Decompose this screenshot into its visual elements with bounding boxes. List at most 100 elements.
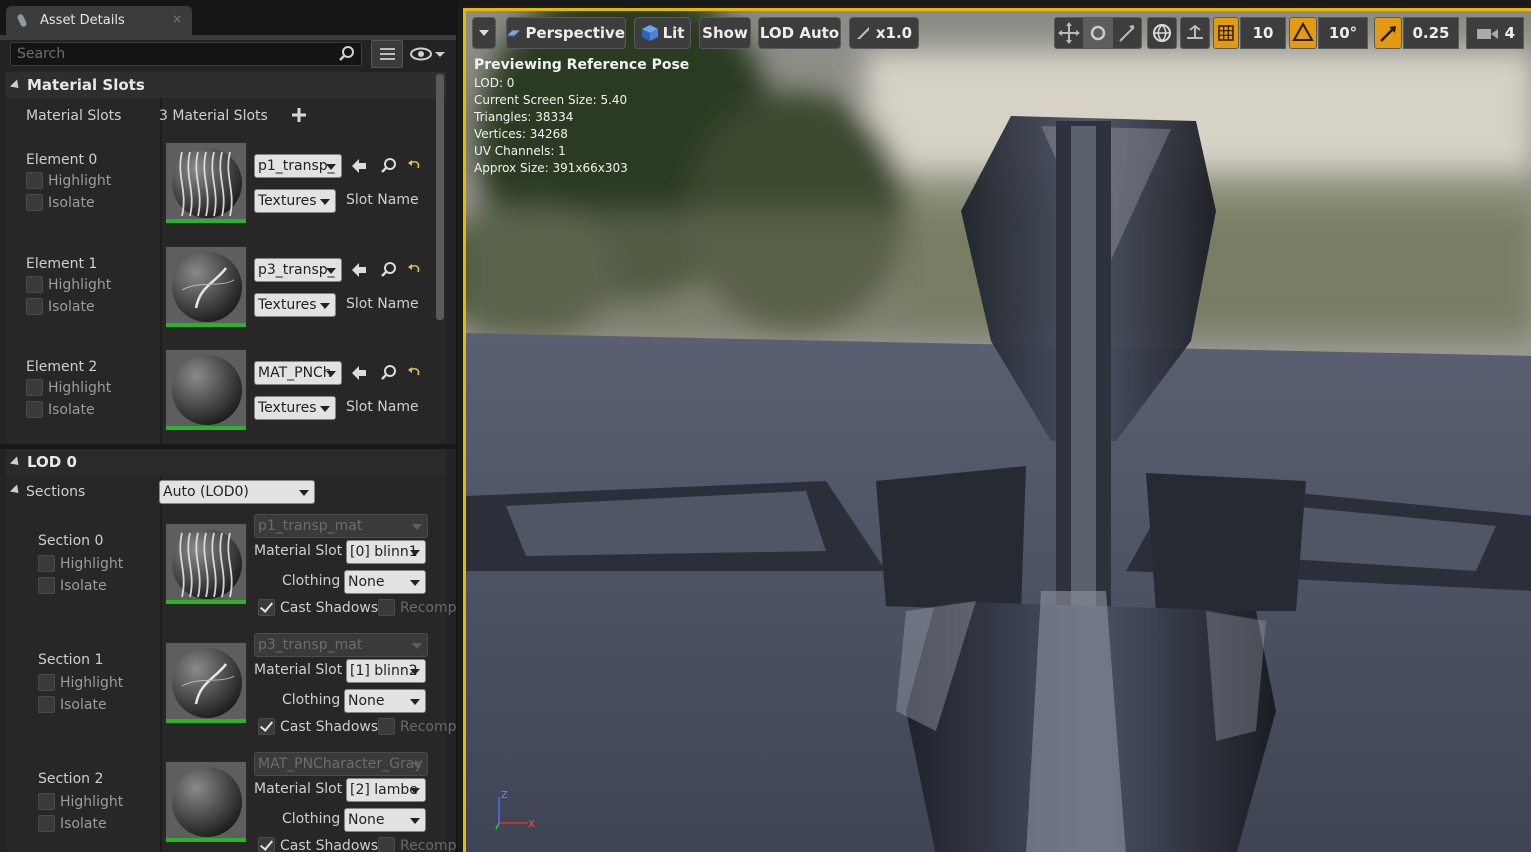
section-label: Section 0 — [38, 533, 104, 549]
scale-snap-value[interactable]: 0.25 — [1403, 17, 1459, 49]
browse-asset-icon[interactable] — [380, 364, 398, 382]
section-isolate[interactable]: Isolate — [38, 696, 107, 713]
cast-shadows-checkbox[interactable] — [258, 599, 275, 616]
element-highlight[interactable]: Highlight — [26, 172, 111, 189]
element-isolate[interactable]: Isolate — [26, 401, 95, 418]
textures-dropdown[interactable]: Textures — [254, 396, 336, 420]
element-isolate[interactable]: Isolate — [26, 298, 95, 315]
world-local-toggle[interactable] — [1147, 17, 1177, 49]
cast-shadows-checkbox[interactable] — [258, 837, 275, 852]
rotate-icon[interactable] — [1083, 18, 1113, 48]
cast-shadows-option[interactable]: Cast Shadows — [258, 599, 378, 616]
scale-snap-toggle[interactable] — [1374, 17, 1402, 49]
reset-default-icon[interactable] — [406, 157, 424, 175]
element-isolate[interactable]: Isolate — [26, 194, 95, 211]
viewport-options-button[interactable] — [472, 17, 496, 49]
cast-shadows-option[interactable]: Cast Shadows — [258, 837, 378, 852]
isolate-checkbox[interactable] — [26, 194, 43, 211]
textures-dropdown[interactable]: Textures — [254, 189, 336, 213]
lod-select[interactable]: Auto (LOD0) — [159, 480, 315, 504]
playback-speed-button[interactable]: x1.0 — [849, 17, 919, 49]
reset-default-icon[interactable] — [406, 364, 424, 382]
search-box[interactable] — [10, 42, 362, 66]
view-options-list-button[interactable] — [371, 40, 403, 68]
material-picker[interactable]: p1_transp_ — [254, 154, 342, 178]
grid-snap-value[interactable]: 10 — [1240, 17, 1286, 49]
visibility-eye-icon[interactable] — [409, 44, 449, 64]
show-button[interactable]: Show — [699, 17, 751, 49]
perspective-button[interactable]: Perspective — [506, 17, 626, 49]
clothing-dropdown[interactable]: None — [344, 808, 426, 832]
section-isolate[interactable]: Isolate — [38, 815, 107, 832]
tab-title: Asset Details — [40, 13, 125, 28]
browse-asset-icon[interactable] — [380, 157, 398, 175]
clothing-dropdown[interactable]: None — [344, 689, 426, 713]
rotation-snap-value[interactable]: 10° — [1318, 17, 1368, 49]
isolate-checkbox[interactable] — [38, 696, 55, 713]
material-slots-header: Material Slots — [27, 76, 145, 94]
material-thumbnail[interactable] — [165, 142, 247, 224]
camera-speed-icon — [1477, 29, 1498, 39]
material-picker[interactable]: MAT_PNCh — [254, 361, 342, 385]
material-thumbnail[interactable] — [165, 246, 247, 328]
highlight-checkbox[interactable] — [38, 555, 55, 572]
section-isolate[interactable]: Isolate — [38, 577, 107, 594]
textures-dropdown[interactable]: Textures — [254, 293, 336, 317]
camera-speed-button[interactable]: 4 — [1466, 17, 1524, 49]
material-sphere-icon — [172, 529, 242, 599]
use-selected-arrow-icon[interactable] — [350, 261, 368, 279]
section-material-thumbnail[interactable] — [165, 761, 247, 843]
grid-snap-toggle[interactable] — [1213, 17, 1239, 49]
section-highlight[interactable]: Highlight — [38, 793, 123, 810]
scale-icon[interactable] — [1113, 18, 1141, 48]
add-slot-icon[interactable] — [292, 108, 306, 122]
isolate-checkbox[interactable] — [26, 298, 43, 315]
tab-close-icon[interactable]: × — [172, 12, 182, 26]
highlight-checkbox[interactable] — [38, 674, 55, 691]
isolate-checkbox[interactable] — [38, 577, 55, 594]
material-slots-category[interactable]: Material Slots — [6, 72, 446, 98]
stats-triangles: Triangles: 38334 — [474, 110, 574, 124]
material-thumbnail[interactable] — [165, 349, 247, 431]
material-picker[interactable]: p3_transp_ — [254, 258, 342, 282]
search-input[interactable] — [17, 46, 327, 62]
preview-viewport[interactable]: Perspective Lit Show LOD Auto x1.0 10 10… — [463, 8, 1531, 852]
lod0-category[interactable]: LOD 0 — [6, 449, 446, 475]
material-scrollbar[interactable] — [436, 74, 444, 320]
reset-default-icon[interactable] — [406, 261, 424, 279]
surface-snap-button[interactable] — [1180, 17, 1210, 49]
material-slot-dropdown[interactable]: [2] lambe — [346, 778, 426, 802]
highlight-checkbox[interactable] — [26, 379, 43, 396]
highlight-checkbox[interactable] — [26, 172, 43, 189]
lod0-header: LOD 0 — [27, 453, 77, 471]
lit-button[interactable]: Lit — [634, 17, 691, 49]
material-slot-dropdown[interactable]: [0] blinn1 — [346, 540, 426, 564]
scale-snap-icon — [1380, 26, 1396, 42]
material-slot-dropdown[interactable]: [1] blinn2 — [346, 659, 426, 683]
rotation-snap-toggle[interactable] — [1289, 17, 1317, 49]
use-selected-arrow-icon[interactable] — [350, 157, 368, 175]
lod-auto-button[interactable]: LOD Auto — [758, 17, 841, 49]
sections-label: Sections — [26, 484, 86, 500]
sections-triangle-icon[interactable] — [9, 484, 23, 497]
cast-shadows-option[interactable]: Cast Shadows — [258, 718, 378, 735]
highlight-checkbox[interactable] — [26, 276, 43, 293]
cast-shadows-checkbox[interactable] — [258, 718, 275, 735]
section-material-thumbnail[interactable] — [165, 642, 247, 724]
use-selected-arrow-icon[interactable] — [350, 364, 368, 382]
element-highlight[interactable]: Highlight — [26, 379, 111, 396]
translate-icon[interactable] — [1055, 18, 1083, 48]
section-material-thumbnail[interactable] — [165, 523, 247, 605]
material-slots-count: 3 Material Slots — [159, 108, 268, 124]
isolate-checkbox[interactable] — [26, 401, 43, 418]
clothing-dropdown[interactable]: None — [344, 570, 426, 594]
section-highlight[interactable]: Highlight — [38, 555, 123, 572]
isolate-checkbox[interactable] — [38, 815, 55, 832]
material-sphere-icon — [172, 355, 242, 425]
browse-asset-icon[interactable] — [380, 261, 398, 279]
search-icon[interactable] — [339, 46, 355, 62]
tab-asset-details[interactable]: Asset Details × — [6, 6, 192, 35]
highlight-checkbox[interactable] — [38, 793, 55, 810]
section-highlight[interactable]: Highlight — [38, 674, 123, 691]
element-highlight[interactable]: Highlight — [26, 276, 111, 293]
